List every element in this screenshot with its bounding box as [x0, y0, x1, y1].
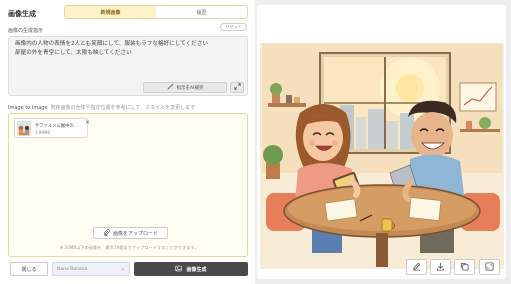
- preview-panel: [257, 5, 506, 279]
- prompt-line: 画像内の人物の表情を2人とも笑顔にして、服装もラフな格好にしてください: [15, 41, 208, 47]
- expand-icon: [233, 83, 241, 92]
- tab-history[interactable]: 履歴: [156, 6, 247, 18]
- image-to-image-label: Image to Image 既存画像の全体や指定位置を参考にして、スタイルを変更…: [8, 104, 195, 111]
- fullscreen-image-button[interactable]: [479, 259, 500, 275]
- image-dropzone[interactable]: ザファルメ公園中の... 1.99MB × 画像をアップロード ※ 20MB以下…: [8, 113, 248, 257]
- download-icon: [436, 262, 445, 273]
- upload-image-label: 画像をアップロード: [112, 230, 158, 237]
- copy-icon: [460, 262, 469, 273]
- wand-icon: [166, 83, 174, 92]
- model-select-value: Nano Banana: [57, 266, 88, 272]
- prompt-line: 部屋の外を青空にして、太陽も映してください: [15, 50, 132, 56]
- edit-icon: [412, 262, 421, 273]
- image-icon: [175, 265, 183, 274]
- model-select[interactable]: Nano Banana ⌄: [52, 262, 130, 276]
- upload-image-button[interactable]: 画像をアップロード: [93, 227, 168, 239]
- ai-complete-label: 指示をAI補完: [176, 85, 204, 91]
- fullscreen-icon: [485, 261, 494, 273]
- image-to-image-title: Image to Image: [8, 105, 48, 111]
- download-image-button[interactable]: [430, 259, 451, 275]
- expand-prompt-button[interactable]: [230, 82, 244, 93]
- uploaded-image-card[interactable]: ザファルメ公園中の... 1.99MB ×: [14, 118, 90, 138]
- copy-image-button[interactable]: [454, 259, 475, 275]
- reset-button[interactable]: リセット: [220, 23, 247, 31]
- uploaded-image-size: 1.99MB: [35, 130, 51, 135]
- paperclip-icon: [103, 228, 110, 238]
- generate-label: 画像生成: [186, 266, 207, 273]
- image-to-image-hint: 既存画像の全体や指定位置を参考にして、スタイルを変更します: [50, 105, 196, 111]
- edit-image-button[interactable]: [406, 259, 427, 275]
- generation-panel: 画像生成 新規画像 履歴 リセット 画像の生成指示 画像内の人物の表情を2人とも…: [0, 0, 255, 284]
- mode-tabs: 新規画像 履歴: [64, 5, 248, 19]
- close-button[interactable]: 閉じる: [10, 262, 48, 276]
- generated-image: [260, 43, 504, 269]
- uploaded-image-name: ザファルメ公園中の...: [35, 124, 78, 129]
- chevron-down-icon: ⌄: [120, 266, 125, 272]
- generate-button[interactable]: 画像生成: [134, 262, 248, 276]
- remove-image-icon[interactable]: ×: [85, 119, 90, 126]
- panel-title: 画像生成: [8, 10, 36, 18]
- ai-complete-button[interactable]: 指示をAI補完: [143, 82, 227, 93]
- tab-new-image[interactable]: 新規画像: [65, 6, 156, 18]
- uploaded-image-thumbnail: [17, 121, 31, 136]
- upload-note: ※ 20MB以下の画像を、最大10個までアップロードすることができます。: [59, 245, 199, 250]
- prompt-label: 画像の生成指示: [8, 28, 44, 34]
